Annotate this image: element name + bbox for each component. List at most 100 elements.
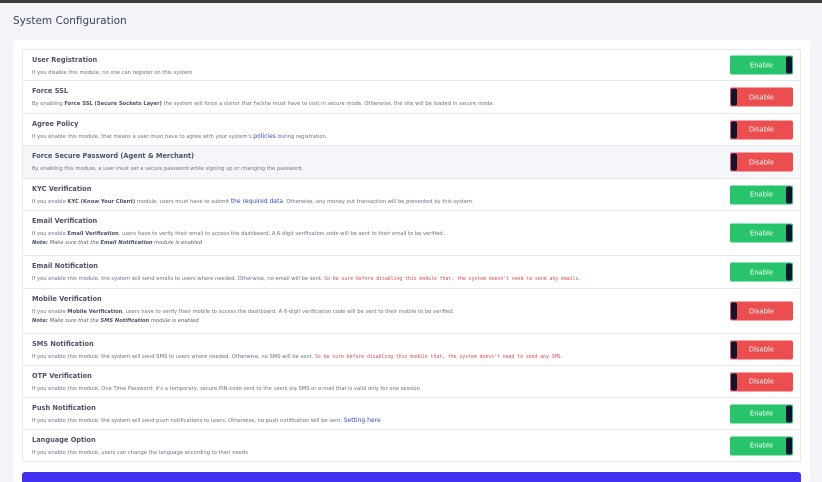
text-segment: , users have to verify their mobile to a…: [122, 309, 455, 315]
setting-text: User Registration If you disable this mod…: [32, 56, 722, 77]
setting-text: Email Notification If you enable this mod…: [32, 262, 722, 284]
setting-row: Agree Policy If you enable this module, t…: [22, 114, 801, 146]
toggle-knob: [786, 186, 792, 203]
disable-toggle-button[interactable]: Disable: [730, 152, 793, 172]
setting-description: If you enable Email Verification, users …: [32, 230, 722, 238]
warning-text: So be sure before disabling this module …: [324, 277, 582, 282]
setting-row: Email Notification If you enable this mod…: [22, 256, 801, 289]
text-segment: If you disable this module, no one can r…: [32, 70, 193, 76]
enable-toggle-button[interactable]: Enable: [730, 185, 793, 204]
submit-button[interactable]: [22, 472, 801, 482]
toggle-knob: [731, 373, 737, 390]
emphasis-text: Email Notification: [100, 240, 153, 246]
text-segment: If you enable this module, One Time Pass…: [32, 386, 420, 392]
disable-toggle-button[interactable]: Disable: [730, 340, 793, 359]
setting-description: If you enable this module, the system wi…: [32, 417, 722, 425]
setting-title: Language Option: [32, 436, 96, 444]
setting-title: OTP Verification: [32, 372, 92, 380]
toggle-knob: [731, 341, 737, 358]
toggle-label: Disable: [748, 158, 775, 166]
setting-description: If you enable KYC (Know Your Client) mod…: [32, 198, 722, 206]
toggle-knob: [786, 224, 792, 242]
setting-row: SMS Notification If you enable this modul…: [22, 334, 801, 366]
setting-row: KYC Verification If you enable KYC (Know …: [22, 179, 801, 211]
toggle-label: Enable: [749, 268, 774, 276]
setting-description: If you enable this module, the system wi…: [32, 275, 722, 284]
toggle-label: Disable: [748, 125, 775, 134]
inline-link[interactable]: the required data: [231, 198, 283, 205]
toggle-label: Disable: [748, 93, 775, 101]
setting-title: SMS Notification: [32, 340, 94, 348]
setting-title: Push Notification: [32, 404, 96, 412]
setting-row: Email Verification If you enable Email Ve…: [22, 211, 801, 256]
setting-text: Push Notification If you enable this modu…: [32, 404, 722, 425]
setting-description: If you enable this module, the system wi…: [32, 353, 722, 362]
setting-row: Force Secure Password (Agent & Merchant)…: [22, 146, 801, 179]
toggle-label: Disable: [748, 307, 775, 315]
settings-list: User Registration If you disable this mod…: [22, 49, 801, 462]
disable-toggle-button[interactable]: Disable: [730, 372, 793, 391]
toggle-knob: [731, 153, 737, 171]
text-segment: module, users must have to submit: [135, 199, 231, 205]
inline-link[interactable]: policies: [253, 133, 276, 140]
toggle-knob: [731, 121, 737, 138]
emphasis-text: Note:: [32, 318, 48, 324]
disable-toggle-button[interactable]: Disable: [730, 301, 793, 321]
toggle-knob: [731, 302, 737, 320]
text-segment: during registration.: [275, 134, 328, 140]
toggle-label: Enable: [749, 190, 774, 199]
inline-link[interactable]: Setting here: [344, 417, 381, 424]
disable-toggle-button[interactable]: Disable: [730, 120, 793, 139]
text-segment: By enabling: [32, 101, 65, 107]
setting-title: Email Notification: [32, 262, 98, 270]
toggle-knob: [786, 405, 792, 422]
text-segment: . Otherwise, any money out transaction w…: [283, 199, 474, 205]
toggle-label: Disable: [748, 377, 775, 386]
disable-toggle-button[interactable]: Disable: [730, 87, 793, 107]
setting-row: Push Notification If you enable this modu…: [22, 398, 801, 430]
enable-toggle-button[interactable]: Enable: [730, 404, 793, 423]
toggle-knob: [786, 263, 792, 281]
toggle-knob: [731, 88, 737, 106]
emphasis-text: KYC (Know Your Client): [67, 199, 136, 205]
setting-title: Force SSL: [32, 87, 69, 95]
setting-title: Mobile Verification: [32, 295, 102, 303]
emphasis-text: Mobile Verification: [67, 309, 123, 315]
setting-description: If you enable this module, One Time Pass…: [32, 385, 722, 393]
page-title: System Configuration: [13, 15, 127, 27]
setting-row: OTP Verification If you enable this modul…: [22, 366, 801, 398]
setting-title: Force Secure Password (Agent & Merchant): [32, 152, 195, 160]
configuration-card: User Registration If you disable this mod…: [13, 40, 810, 482]
text-segment: If you enable this module, the system wi…: [32, 418, 344, 424]
setting-row: Force SSL By enabling Force SSL (Secure S…: [22, 81, 801, 114]
toggle-label: Enable: [749, 229, 774, 237]
setting-row: Language Option If you enable this module…: [22, 430, 801, 462]
setting-description: If you disable this module, no one can r…: [32, 69, 722, 77]
top-border: [0, 0, 822, 3]
toggle-knob: [786, 437, 792, 454]
setting-text: Language Option If you enable this module…: [32, 436, 722, 457]
enable-toggle-button[interactable]: Enable: [730, 262, 793, 282]
text-segment: If you enable: [32, 199, 68, 205]
setting-text: KYC Verification If you enable KYC (Know …: [32, 185, 722, 206]
toggle-label: Disable: [748, 345, 775, 354]
text-segment: If you enable: [32, 231, 68, 237]
toggle-label: Enable: [749, 61, 774, 69]
text-segment: Make sure that the: [47, 318, 101, 324]
setting-description: If you enable this module, that means a …: [32, 133, 722, 141]
emphasis-text: Force SSL (Secure Sockets Layer): [64, 101, 162, 107]
toggle-knob: [786, 56, 792, 74]
enable-toggle-button[interactable]: Enable: [730, 223, 793, 243]
enable-toggle-button[interactable]: Enable: [730, 55, 793, 75]
setting-row: Mobile Verification If you enable Mobile …: [22, 289, 801, 334]
setting-note: Note: Make sure that the SMS Notificatio…: [32, 317, 722, 325]
enable-toggle-button[interactable]: Enable: [730, 436, 793, 455]
setting-title: User Registration: [32, 56, 98, 64]
text-segment: the system will force a visitor that he/…: [161, 101, 495, 107]
text-segment: If you enable this module, users can cha…: [32, 450, 248, 456]
setting-text: Mobile Verification If you enable Mobile …: [32, 295, 722, 325]
setting-text: Force Secure Password (Agent & Merchant)…: [32, 152, 722, 173]
setting-text: Force SSL By enabling Force SSL (Secure S…: [32, 87, 722, 108]
setting-text: SMS Notification If you enable this modul…: [32, 340, 722, 362]
warning-text: So be sure before disabling this module …: [315, 355, 564, 360]
